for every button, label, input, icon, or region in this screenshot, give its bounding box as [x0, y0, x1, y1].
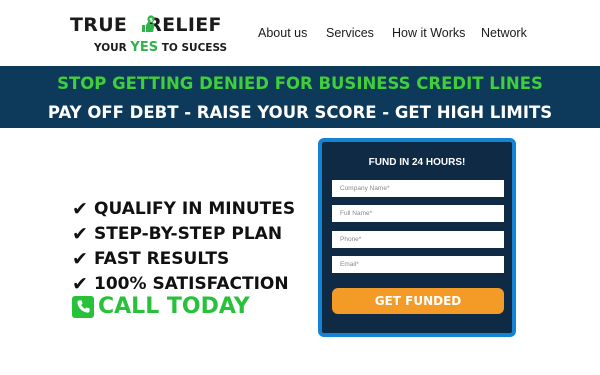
hero-banner: STOP GETTING DENIED FOR BUSINESS CREDIT … [0, 66, 600, 128]
logo-tag-yes: YES [130, 40, 159, 55]
banner-subheadline: PAY OFF DEBT - RAISE YOUR SCORE - GET HI… [47, 103, 553, 122]
banner-headline: STOP GETTING DENIED FOR BUSINESS CREDIT … [57, 74, 543, 93]
logo-tagline: YOUR YES TO SUCESS [94, 40, 227, 55]
logo[interactable]: TRUE RELIEF $ YOUR YES TO SUCESS [70, 14, 230, 58]
full-name-field[interactable] [332, 205, 504, 222]
logo-brand-left: TRUE [70, 14, 128, 36]
call-today-link[interactable]: CALL TODAY [72, 294, 250, 319]
nav-about-us[interactable]: About us [258, 26, 307, 40]
thumbs-up-dollar-icon: $ [142, 15, 155, 32]
site-header: TRUE RELIEF $ YOUR YES TO SUCESS About us… [0, 0, 600, 66]
check-icon: ✔ [72, 222, 88, 245]
email-field[interactable] [332, 256, 504, 273]
benefit-label: 100% SATISFACTION [94, 273, 289, 294]
logo-tag-pre: YOUR [94, 42, 131, 54]
benefit-label: FAST RESULTS [94, 248, 230, 269]
call-today-label: CALL TODAY [98, 294, 250, 319]
benefits-list: ✔ QUALIFY IN MINUTES ✔ STEP-BY-STEP PLAN… [72, 196, 295, 296]
benefit-item: ✔ QUALIFY IN MINUTES [72, 196, 295, 221]
check-icon: ✔ [72, 272, 88, 295]
benefit-item: ✔ FAST RESULTS [72, 246, 295, 271]
benefit-item: ✔ 100% SATISFACTION [72, 271, 295, 296]
funding-form: FUND IN 24 HOURS! GET FUNDED [318, 138, 516, 337]
logo-tag-post: TO SUCESS [158, 42, 228, 54]
check-icon: ✔ [72, 197, 88, 220]
nav-how-it-works[interactable]: How it Works [392, 26, 465, 40]
get-funded-button[interactable]: GET FUNDED [332, 288, 504, 314]
phone-field[interactable] [332, 231, 504, 248]
check-icon: ✔ [72, 247, 88, 270]
benefit-item: ✔ STEP-BY-STEP PLAN [72, 221, 295, 246]
nav-network[interactable]: Network [481, 26, 527, 40]
nav-services[interactable]: Services [326, 26, 374, 40]
form-title: FUND IN 24 HOURS! [368, 157, 466, 168]
logo-brand-right: RELIEF [147, 14, 222, 36]
benefit-label: QUALIFY IN MINUTES [94, 198, 296, 219]
company-name-field[interactable] [332, 180, 504, 197]
benefit-label: STEP-BY-STEP PLAN [94, 223, 283, 244]
phone-icon [72, 295, 94, 318]
